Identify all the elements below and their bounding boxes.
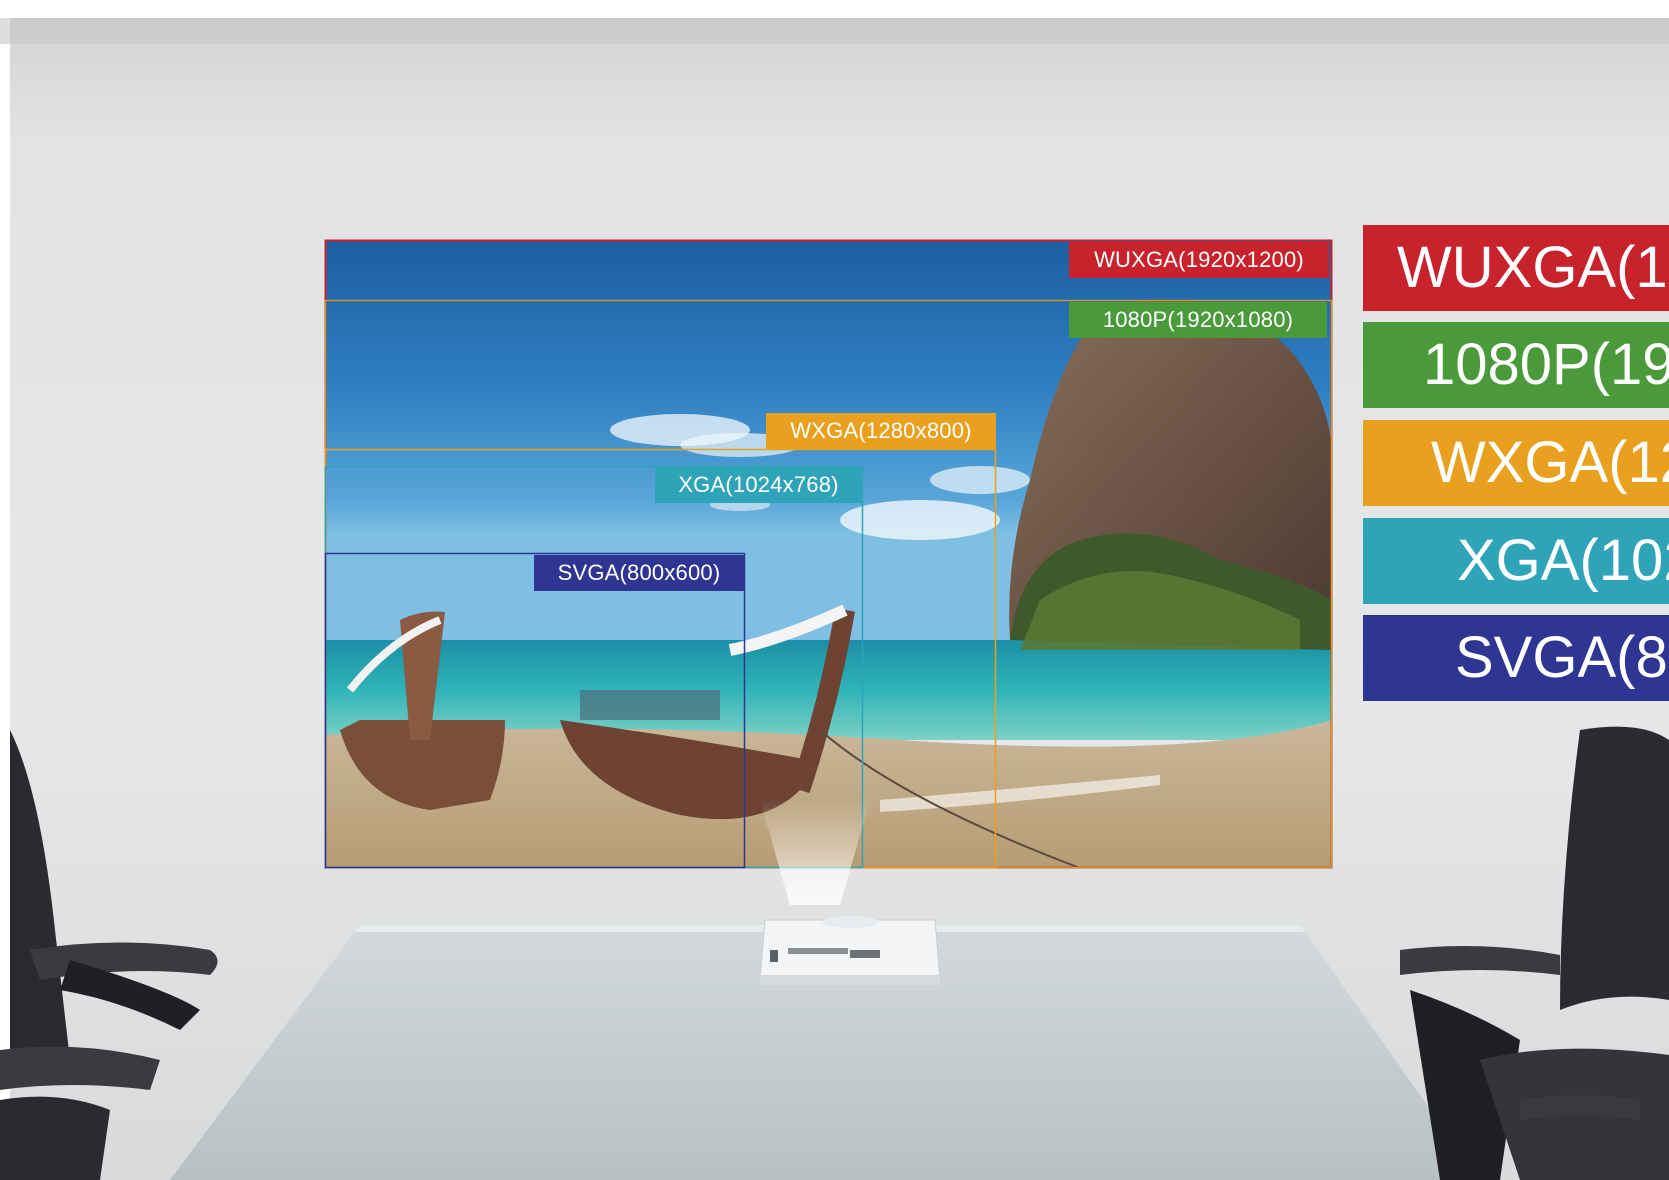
projector (759, 916, 941, 985)
label-wxga: WXGA(1280x800) (766, 413, 996, 449)
legend-svga: SVGA(80 (1363, 615, 1669, 701)
legend-xga: XGA(102 (1363, 518, 1669, 604)
legend-1080p: 1080P(19 (1363, 322, 1669, 408)
label-wuxga: WUXGA(1920x1200) (1069, 242, 1329, 278)
label-svga: SVGA(800x600) (534, 555, 744, 591)
legend-wxga: WXGA(12 (1363, 420, 1669, 506)
conference-room-scene: WUXGA(1920x1200) 1080P(1920x1080) WXGA(1… (0, 0, 1669, 1180)
legend-wuxga: WUXGA(19 (1363, 225, 1669, 311)
label-1080p: 1080P(1920x1080) (1069, 302, 1327, 338)
label-xga: XGA(1024x768) (655, 467, 862, 503)
